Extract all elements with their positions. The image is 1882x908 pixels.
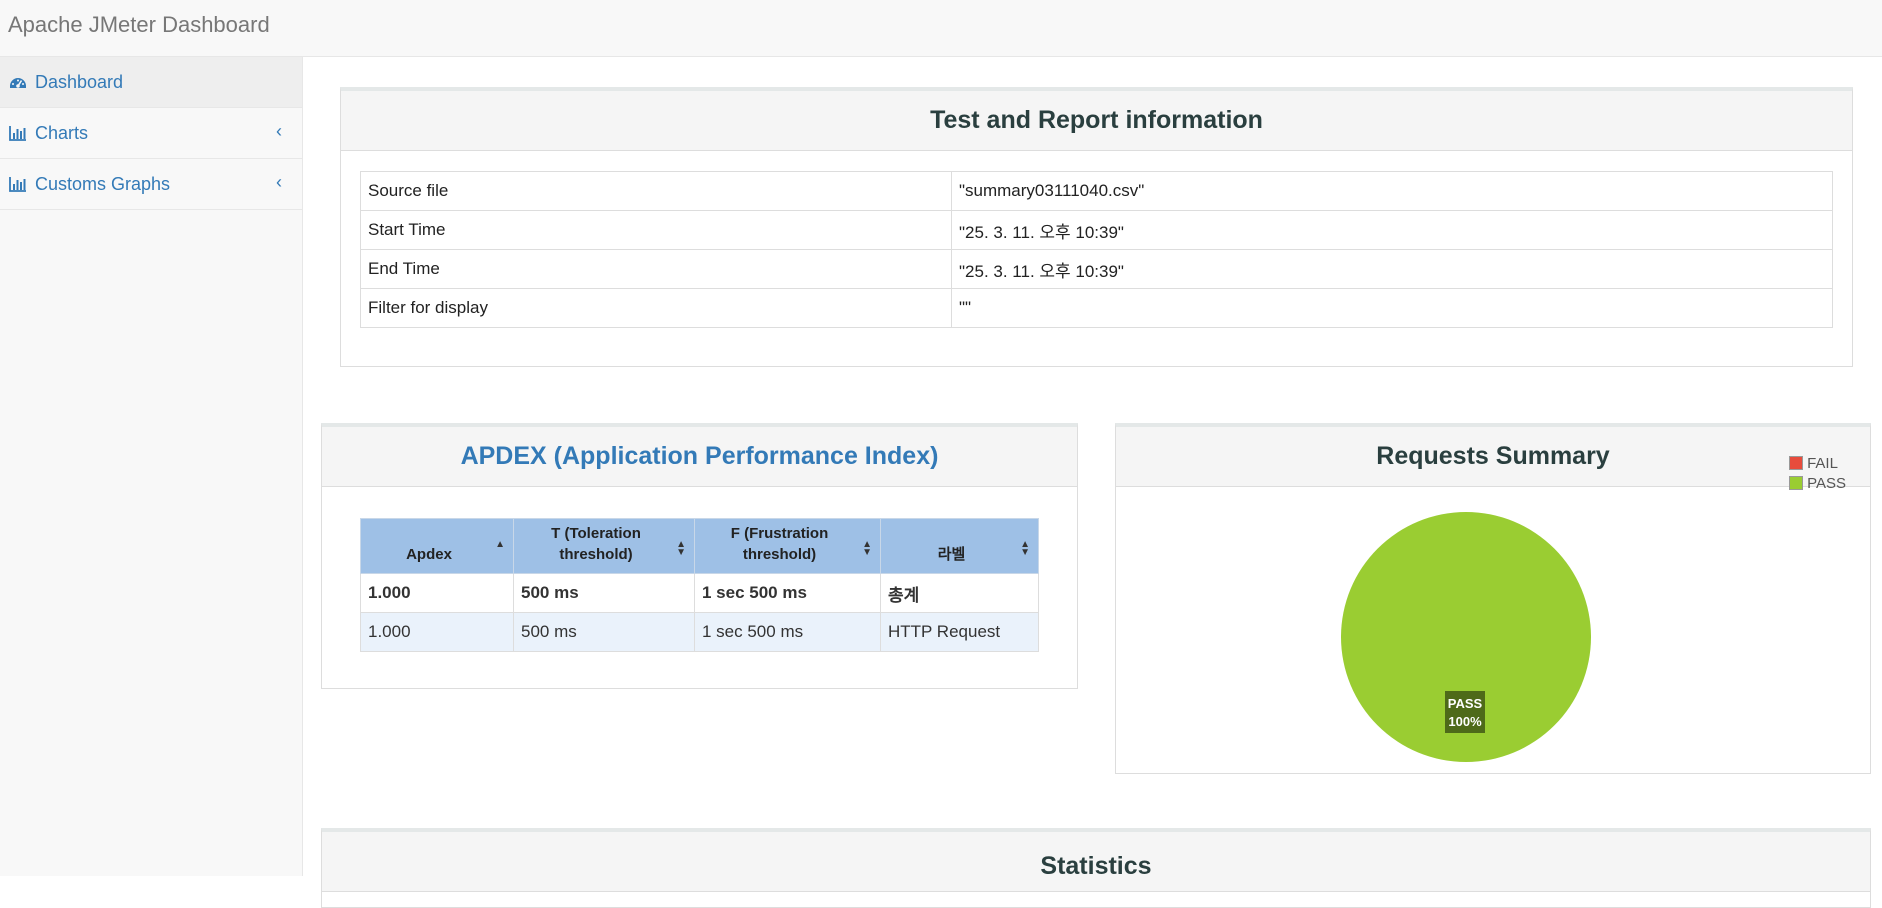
cell: HTTP Request — [880, 612, 1039, 652]
sidebar-item-charts[interactable]: Charts ‹ — [0, 108, 302, 159]
sort-icon: ▲ ▼ — [676, 539, 686, 558]
cell: 1.000 — [360, 573, 514, 613]
legend-item-pass[interactable]: PASS — [1789, 473, 1846, 493]
test-info-panel: Test and Report information Source file … — [340, 87, 1853, 367]
statistics-panel: Statistics — [321, 828, 1871, 908]
statistics-title: Statistics — [322, 832, 1870, 892]
chevron-left-icon[interactable]: ‹ — [276, 121, 282, 142]
sidebar-item-customs-graphs[interactable]: Customs Graphs ‹ — [0, 159, 302, 210]
sidebar-item-dashboard[interactable]: Dashboard — [0, 57, 302, 108]
cell: 1.000 — [360, 612, 514, 652]
test-info-table: Source file "summary03111040.csv" Start … — [360, 171, 1833, 328]
cell: 500 ms — [513, 573, 695, 613]
info-key: Start Time — [360, 210, 952, 250]
app-title[interactable]: Apache JMeter Dashboard — [8, 12, 270, 38]
table-row-total: 1.000 500 ms 1 sec 500 ms 총계 — [360, 573, 1039, 613]
legend-swatch — [1789, 476, 1804, 490]
sort-icon: ▲ ▼ — [862, 539, 872, 558]
table-row: Start Time "25. 3. 11. 오후 10:39" — [360, 210, 1833, 250]
info-key: End Time — [360, 249, 952, 289]
dashboard-icon — [9, 74, 27, 90]
chevron-left-icon[interactable]: ‹ — [276, 172, 282, 193]
table-row: 1.000 500 ms 1 sec 500 ms HTTP Request — [360, 612, 1039, 652]
legend-item-fail[interactable]: FAIL — [1789, 453, 1846, 473]
info-key: Source file — [360, 171, 952, 211]
requests-summary-title: Requests Summary — [1116, 427, 1870, 487]
sort-ascending-icon: ▲ — [495, 539, 505, 550]
table-row: Source file "summary03111040.csv" — [360, 171, 1833, 211]
chart-legend: FAIL PASS — [1789, 453, 1846, 493]
test-info-title: Test and Report information — [341, 91, 1852, 151]
pie-slice-percent: 100% — [1448, 714, 1482, 729]
sidebar: Dashboard Charts ‹ Customs Graphs ‹ — [0, 57, 303, 876]
cell: 총계 — [880, 573, 1039, 613]
cell: 500 ms — [513, 612, 695, 652]
sidebar-item-label: Customs Graphs — [35, 173, 171, 194]
column-header-apdex[interactable]: Apdex ▲ — [360, 518, 514, 574]
bar-chart-icon — [9, 176, 27, 192]
sort-icon: ▲ ▼ — [1020, 539, 1030, 558]
info-value: "summary03111040.csv" — [951, 171, 1833, 211]
sidebar-item-label: Dashboard — [35, 71, 124, 92]
apdex-panel: APDEX (Application Performance Index) Ap… — [321, 423, 1078, 689]
info-key: Filter for display — [360, 288, 952, 328]
requests-pie-chart: PASS 100% — [1341, 512, 1591, 762]
apdex-table: Apdex ▲ T (Toleration threshold) ▲ ▼ F (F… — [360, 518, 1039, 652]
table-row: End Time "25. 3. 11. 오후 10:39" — [360, 249, 1833, 289]
top-navbar: Apache JMeter Dashboard — [0, 0, 1882, 57]
info-value: "25. 3. 11. 오후 10:39" — [951, 249, 1833, 289]
legend-label: PASS — [1807, 474, 1846, 492]
column-header-frustration[interactable]: F (Frustration threshold) ▲ ▼ — [694, 518, 881, 574]
column-header-toleration[interactable]: T (Toleration threshold) ▲ ▼ — [513, 518, 695, 574]
bar-chart-icon — [9, 125, 27, 141]
info-value: "" — [951, 288, 1833, 328]
sidebar-item-label: Charts — [35, 122, 89, 143]
table-row: Filter for display "" — [360, 288, 1833, 328]
info-value: "25. 3. 11. 오후 10:39" — [951, 210, 1833, 250]
requests-summary-panel: Requests Summary FAIL PASS PASS 100% — [1115, 423, 1871, 774]
column-header-label[interactable]: 라벨 ▲ ▼ — [880, 518, 1039, 574]
apdex-title: APDEX (Application Performance Index) — [322, 427, 1077, 487]
legend-label: FAIL — [1807, 454, 1838, 472]
pie-slice-label: PASS — [1448, 696, 1483, 711]
cell: 1 sec 500 ms — [694, 612, 881, 652]
cell: 1 sec 500 ms — [694, 573, 881, 613]
legend-swatch — [1789, 456, 1804, 470]
